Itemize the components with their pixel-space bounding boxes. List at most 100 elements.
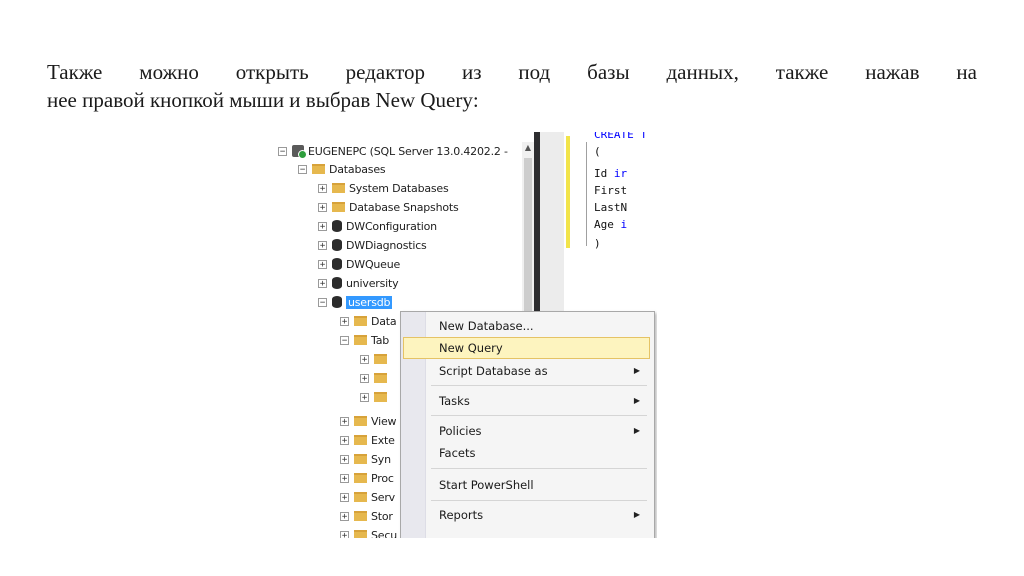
menu-item-start-powershell[interactable]: Start PowerShell [403, 474, 650, 496]
folder-icon [354, 511, 367, 521]
server-label: EUGENEPC (SQL Server 13.0.4202.2 - [308, 144, 508, 158]
tree-node-child[interactable]: + Exte [340, 431, 395, 449]
menu-separator [431, 415, 647, 416]
ssms-screenshot: − EUGENEPC (SQL Server 13.0.4202.2 - − D… [272, 132, 657, 538]
databases-label: Databases [329, 162, 386, 176]
expand-icon[interactable]: + [340, 316, 349, 326]
menu-item-facets[interactable]: Facets [403, 442, 650, 464]
folder-icon [354, 335, 367, 345]
database-icon [332, 277, 342, 289]
selected-database-label: usersdb [346, 295, 393, 309]
system-databases-label: System Databases [349, 181, 449, 195]
code-line: Id ir [594, 167, 628, 180]
expand-icon[interactable]: + [340, 492, 349, 502]
submenu-arrow-icon: ▶ [633, 510, 640, 519]
tree-node-child[interactable]: + Secu [340, 526, 397, 538]
expand-icon[interactable]: + [318, 202, 327, 212]
code-line: LastN [594, 201, 628, 214]
menu-item-tasks[interactable]: Tasks ▶ [403, 390, 650, 412]
menu-separator [431, 500, 647, 501]
child-label: Serv [371, 490, 395, 504]
database-snapshots-label: Database Snapshots [349, 200, 459, 214]
tree-node-child[interactable]: + View [340, 412, 397, 430]
menu-separator [431, 385, 647, 386]
code-line: First [594, 184, 628, 197]
database-label: DWConfiguration [346, 219, 437, 233]
menu-item-policies[interactable]: Policies ▶ [403, 420, 650, 442]
expand-icon[interactable]: + [318, 240, 327, 250]
expand-icon[interactable]: + [340, 454, 349, 464]
expand-icon[interactable]: + [360, 392, 369, 402]
expand-icon[interactable]: + [340, 473, 349, 483]
folder-icon [374, 354, 387, 364]
expand-icon[interactable]: + [318, 259, 327, 269]
folder-icon [332, 202, 345, 212]
code-line: Age i [594, 218, 628, 231]
menu-separator [431, 468, 647, 469]
folder-icon [354, 416, 367, 426]
child-label: Proc [371, 471, 394, 485]
submenu-arrow-icon: ▶ [633, 426, 640, 435]
expand-icon[interactable]: + [340, 511, 349, 521]
database-icon [332, 258, 342, 270]
tree-node-system-databases[interactable]: + System Databases [318, 179, 449, 197]
child-label: View [371, 414, 397, 428]
tree-node-university[interactable]: + university [318, 274, 399, 292]
menu-item-reports[interactable]: Reports ▶ [403, 504, 650, 526]
menu-item-new-database[interactable]: New Database... [403, 315, 650, 337]
tree-node-child[interactable]: + Data [340, 312, 397, 330]
database-label: DWDiagnostics [346, 238, 427, 252]
expand-icon[interactable]: + [340, 530, 349, 538]
expand-icon[interactable]: + [340, 416, 349, 426]
code-line: CREATE T [594, 132, 647, 141]
child-label: Secu [371, 528, 397, 539]
database-label: university [346, 276, 399, 290]
tree-node-child[interactable]: + [360, 388, 391, 406]
collapse-icon[interactable]: − [278, 146, 287, 156]
folder-icon [354, 530, 367, 538]
paragraph-line-1: Также можно открыть редактор из под базы… [47, 60, 977, 84]
tree-node-server[interactable]: − EUGENEPC (SQL Server 13.0.4202.2 - [278, 142, 508, 160]
menu-item-new-query[interactable]: New Query [403, 337, 650, 359]
expand-icon[interactable]: + [318, 221, 327, 231]
folder-icon [312, 164, 325, 174]
collapse-icon[interactable]: − [318, 297, 327, 307]
scroll-up-icon[interactable]: ▲ [522, 142, 534, 154]
tree-node-child[interactable]: + Syn [340, 450, 391, 468]
database-icon [332, 296, 342, 308]
server-icon [292, 145, 307, 159]
child-label: Exte [371, 433, 395, 447]
collapse-icon[interactable]: − [298, 164, 307, 174]
tree-node-child[interactable]: − Tab [340, 331, 389, 349]
tree-node-dwconfiguration[interactable]: + DWConfiguration [318, 217, 437, 235]
tree-node-databases[interactable]: − Databases [298, 160, 386, 178]
expand-icon[interactable]: + [340, 435, 349, 445]
expand-icon[interactable]: + [318, 278, 327, 288]
scrollbar-thumb[interactable] [524, 158, 532, 324]
tree-node-usersdb[interactable]: − usersdb [318, 293, 393, 311]
database-label: DWQueue [346, 257, 401, 271]
folder-icon [354, 492, 367, 502]
folder-icon [374, 392, 387, 402]
code-line: ) [594, 237, 601, 250]
tree-node-child[interactable]: + Stor [340, 507, 393, 525]
menu-item-script-database-as[interactable]: Script Database as ▶ [403, 360, 650, 382]
tree-node-database-snapshots[interactable]: + Database Snapshots [318, 198, 459, 216]
tree-node-child[interactable]: + Serv [340, 488, 395, 506]
tree-node-dwqueue[interactable]: + DWQueue [318, 255, 400, 273]
folder-icon [374, 373, 387, 383]
child-label: Data [371, 314, 397, 328]
expand-icon[interactable]: + [360, 354, 369, 364]
code-line: ( [594, 145, 601, 158]
tree-node-dwdiagnostics[interactable]: + DWDiagnostics [318, 236, 427, 254]
folder-icon [354, 473, 367, 483]
collapse-icon[interactable]: − [340, 335, 349, 345]
child-label: Tab [371, 333, 390, 347]
tree-node-child[interactable]: + [360, 350, 391, 368]
tree-node-child[interactable]: + [360, 369, 391, 387]
instruction-paragraph: Также можно открыть редактор из под базы… [47, 58, 977, 114]
expand-icon[interactable]: + [360, 373, 369, 383]
expand-icon[interactable]: + [318, 183, 327, 193]
tree-node-child[interactable]: + Proc [340, 469, 394, 487]
folder-icon [354, 454, 367, 464]
